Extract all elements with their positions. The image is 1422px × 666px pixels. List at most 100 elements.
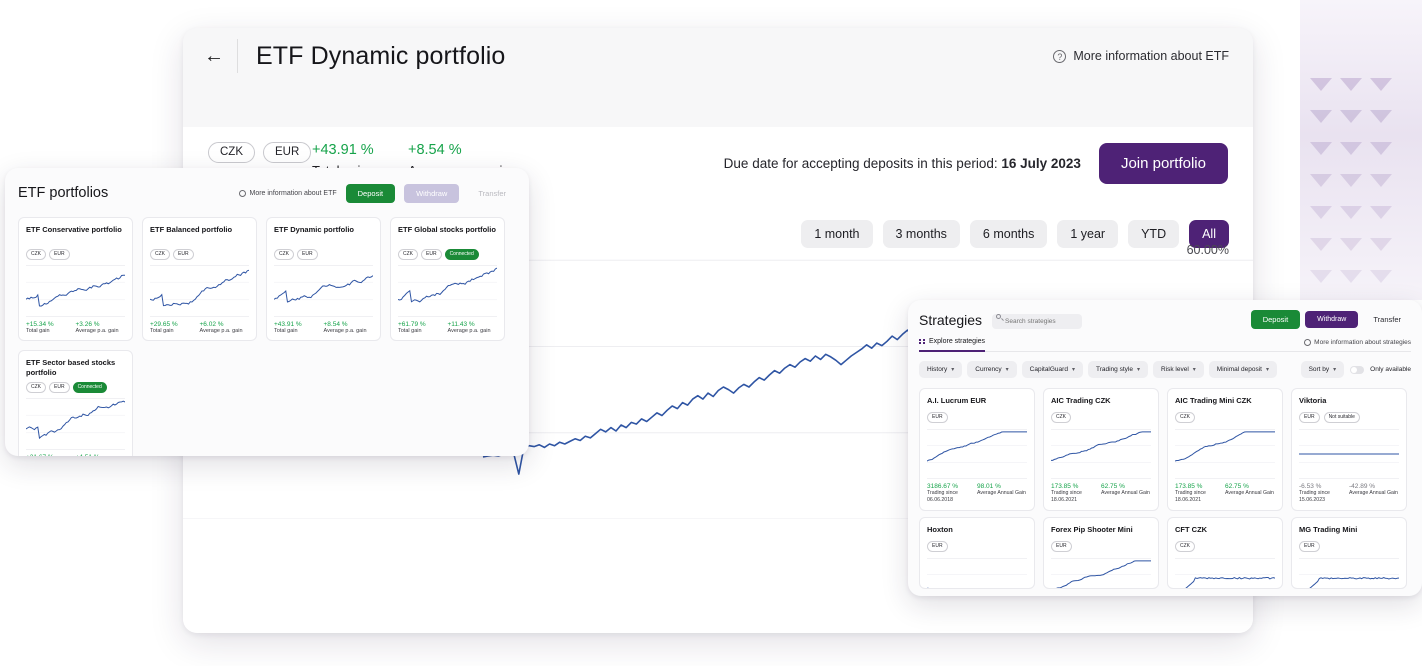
total-gain-value: +15.34 % (26, 321, 54, 328)
average-gain-value: +6.02 % (199, 321, 224, 328)
variant-pill-czk[interactable]: CZK (208, 142, 255, 163)
strategy-pill: CZK (1051, 412, 1071, 423)
connected-badge: Connected (444, 249, 479, 260)
more-information-about-etf-link-left[interactable]: More information about ETF (239, 189, 337, 197)
gain-metric: -6.53 % Trading since 15.06.2023 (1299, 483, 1349, 504)
strategy-card[interactable]: CFT CZK CZK (1167, 517, 1283, 589)
gain-metric: 173.85 % Trading since 18.06.2021 (1051, 483, 1101, 504)
strategies-window: Strategies Deposit Withdraw Transfer Exp… (908, 300, 1422, 596)
strategy-sparkline (1299, 558, 1399, 588)
join-portfolio-button[interactable]: Join portfolio (1098, 142, 1228, 184)
strategy-name: Forex Pip Shooter Mini (1051, 525, 1133, 534)
triangle-icon (1310, 270, 1332, 283)
average-gain-value: +11.43 % (447, 321, 475, 328)
strategy-pill: EUR (927, 541, 948, 552)
strategy-metrics: 173.85 % Trading since 18.06.2021 62.75 % Av… (1051, 483, 1151, 504)
gain-metric: 3186.67 % Trading since 06.06.2018 (927, 483, 977, 504)
chevron-down-icon: ▾ (1071, 367, 1075, 373)
currency-pill: CZK (26, 249, 46, 260)
arrow-left-icon[interactable]: ← (197, 39, 231, 73)
total-gain-label: Total gain (274, 328, 298, 334)
strategy-pills: CZK (1175, 412, 1275, 423)
chevron-down-icon: ▾ (1333, 367, 1337, 373)
strategy-name: A.I. Lucrum EUR (927, 396, 987, 405)
total-gain-metric: +43.91 % Total gain (274, 321, 324, 334)
strategy-card[interactable]: Forex Pip Shooter Mini EUR (1043, 517, 1159, 589)
portfolio-metrics: +43.91 % Total gain +8.54 % Average p.a. ga… (274, 321, 373, 334)
chevron-down-icon: ▾ (1005, 367, 1009, 373)
search-input[interactable] (992, 314, 1083, 329)
average-gain-metric: +4.51 %Average p.a. gain (76, 454, 126, 456)
portfolio-sparkline (26, 265, 125, 317)
filter-label: Currency (975, 366, 1002, 373)
triangle-icon (1340, 78, 1362, 91)
chevron-down-icon: ▾ (1265, 367, 1269, 373)
portfolio-pills: CZK EUR Connected (26, 382, 125, 393)
filter-bar: History ▾ Currency ▾ CapitalGuard ▾ Trading… (919, 361, 1411, 378)
average-gain-value: +8.54 % (323, 321, 348, 328)
total-gain-value: +61.79 % (398, 321, 426, 328)
portfolio-card-grid: ETF Conservative portfolio CZK EUR +15.34 %… (18, 217, 516, 456)
portfolio-pills: CZK EUR (26, 249, 125, 260)
more-information-about-strategies-link[interactable]: More information about strategies (1304, 338, 1411, 346)
strategy-card[interactable]: MG Trading Mini EUR (1291, 517, 1407, 589)
sort-by-dropdown[interactable]: Sort by ▾ (1300, 361, 1345, 378)
currency-pill: CZK (150, 249, 170, 260)
currency-pill: EUR (421, 249, 442, 260)
strategy-name: MG Trading Mini (1299, 525, 1358, 534)
etf-portfolios-window: ETF portfolios More information about ET… (5, 168, 529, 456)
average-gain-metric: +6.02 % Average p.a. gain (200, 321, 250, 334)
more-information-about-etf-link[interactable]: ? More information about ETF (1053, 49, 1229, 63)
filter-trading-style[interactable]: Trading style ▾ (1087, 361, 1148, 378)
trading-since-label: Trading since 18.06.2021 (1051, 490, 1082, 503)
only-available-toggle[interactable] (1350, 365, 1365, 374)
average-annual-value: 62.75 % (1101, 483, 1125, 490)
portfolio-card[interactable]: ETF Sector based stocks portfolio CZK EUR C… (18, 350, 133, 456)
strategy-card[interactable]: A.I. Lucrum EUR EUR 3186.67 % Trading since… (919, 388, 1035, 511)
transfer-button[interactable]: Transfer (1363, 310, 1411, 329)
currency-pill: EUR (173, 249, 194, 260)
filter-label: Minimal deposit (1216, 366, 1262, 373)
strategy-card[interactable]: AIC Trading Mini CZK CZK 173.85 % Trading s… (1167, 388, 1283, 511)
strategy-card[interactable]: Viktoria EUR Not suitable -6.53 % Trading si… (1291, 388, 1407, 511)
strategy-card[interactable]: Hoxton EUR (919, 517, 1035, 589)
strategy-card[interactable]: AIC Trading CZK CZK 173.85 % Trading since 1… (1043, 388, 1159, 511)
portfolio-name: ETF Balanced portfolio (150, 225, 233, 234)
average-annual-metric: 98.01 % Average Annual Gain (977, 483, 1027, 504)
triangle-icon (1370, 78, 1392, 91)
only-available-label: Only available (1370, 366, 1411, 373)
strategy-metrics: -6.53 % Trading since 15.06.2023 -42.89 % Av… (1299, 483, 1399, 504)
filter-risk-level[interactable]: Risk level ▾ (1152, 361, 1204, 378)
total-gain-value: +43.91 % (312, 142, 374, 158)
withdraw-button[interactable]: Withdraw (1305, 311, 1359, 328)
average-gain-value: +4.51 % (76, 454, 126, 456)
filter-currency[interactable]: Currency ▾ (967, 361, 1017, 378)
withdraw-button[interactable]: Withdraw (404, 183, 460, 203)
average-gain-label: Average p.a. gain (323, 328, 367, 334)
more-info-label: More information about ETF (1073, 49, 1229, 63)
strategy-name: AIC Trading Mini CZK (1175, 396, 1252, 405)
portfolio-card[interactable]: ETF Balanced portfolio CZK EUR +29.65 % Tota… (142, 217, 257, 341)
strategy-sparkline (1175, 429, 1275, 479)
total-gain-metric: +61.79 % Total gain (398, 321, 448, 334)
filter-capitalguard[interactable]: CapitalGuard ▾ (1021, 361, 1083, 378)
filter-minimal-deposit[interactable]: Minimal deposit ▾ (1208, 361, 1277, 378)
sort-label: Sort by (1308, 366, 1330, 373)
sort-and-toggle: Sort by ▾ Only available (1300, 361, 1411, 378)
tab-explore-strategies[interactable]: Explore strategies (919, 338, 986, 352)
strategy-pill: EUR (1299, 412, 1320, 423)
filter-label: Trading style (1095, 366, 1133, 373)
portfolio-card[interactable]: ETF Conservative portfolio CZK EUR +15.34 %… (18, 217, 133, 341)
deposit-button[interactable]: Deposit (1250, 310, 1301, 329)
variant-pill-eur[interactable]: EUR (263, 142, 312, 163)
transfer-button[interactable]: Transfer (468, 184, 516, 203)
portfolio-card[interactable]: ETF Dynamic portfolio CZK EUR +43.91 % Total… (266, 217, 381, 341)
portfolio-pills: CZK EUR (150, 249, 249, 260)
triangle-icon (1310, 206, 1332, 219)
portfolio-card[interactable]: ETF Global stocks portfolio CZK EUR Connect… (390, 217, 505, 341)
deposit-button[interactable]: Deposit (345, 183, 396, 203)
etf-portfolios-actions: More information about ETF Deposit Withd… (239, 183, 516, 203)
total-gain-label: Total gain (26, 328, 50, 334)
filter-history[interactable]: History ▾ (919, 361, 963, 378)
strategy-pill: EUR (1299, 541, 1320, 552)
